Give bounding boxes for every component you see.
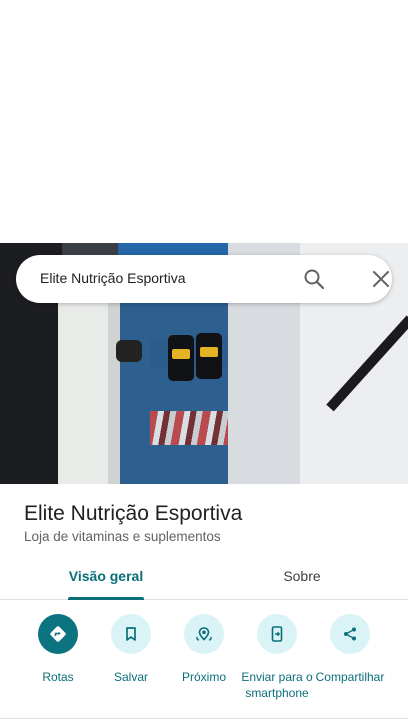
save-button[interactable]: Salvar: [91, 614, 171, 685]
photo-door-handle: [116, 340, 142, 362]
tab-overview[interactable]: Visão geral: [48, 556, 164, 599]
place-title: Elite Nutrição Esportiva: [24, 502, 243, 525]
close-icon[interactable]: [370, 268, 392, 290]
search-icon[interactable]: [302, 267, 326, 291]
tab-about[interactable]: Sobre: [244, 556, 360, 599]
share-button[interactable]: Compartilhar: [310, 614, 390, 685]
nearby-label: Próximo: [181, 670, 226, 684]
search-query[interactable]: Elite Nutrição Esportiva: [40, 270, 186, 286]
nearby-button[interactable]: Próximo: [164, 614, 244, 685]
directions-button[interactable]: Rotas: [18, 614, 98, 685]
place-category[interactable]: Loja de vitaminas e suplementos: [24, 529, 221, 544]
photo-product-label: [200, 347, 218, 357]
nearby-icon: [184, 614, 224, 654]
save-label: Salvar: [113, 670, 148, 684]
directions-label: Rotas: [42, 670, 74, 684]
send-to-phone-button[interactable]: Enviar para o smartphone: [237, 614, 317, 701]
directions-icon: [38, 614, 78, 654]
photo-snack-bars: [150, 411, 230, 445]
map-blank-area: [0, 0, 408, 243]
send-to-phone-label: Enviar para o smartphone: [241, 670, 313, 700]
place-tabs: Visão geral Sobre: [0, 556, 408, 600]
bookmark-icon: [111, 614, 151, 654]
share-label: Compartilhar: [315, 670, 385, 684]
action-buttons-row: Rotas Salvar Próximo Enviar para o smart…: [0, 600, 408, 720]
share-icon: [330, 614, 370, 654]
divider: [0, 718, 408, 719]
send-to-phone-icon: [257, 614, 297, 654]
search-bar[interactable]: Elite Nutrição Esportiva: [16, 255, 392, 303]
photo-product-label: [172, 349, 190, 359]
